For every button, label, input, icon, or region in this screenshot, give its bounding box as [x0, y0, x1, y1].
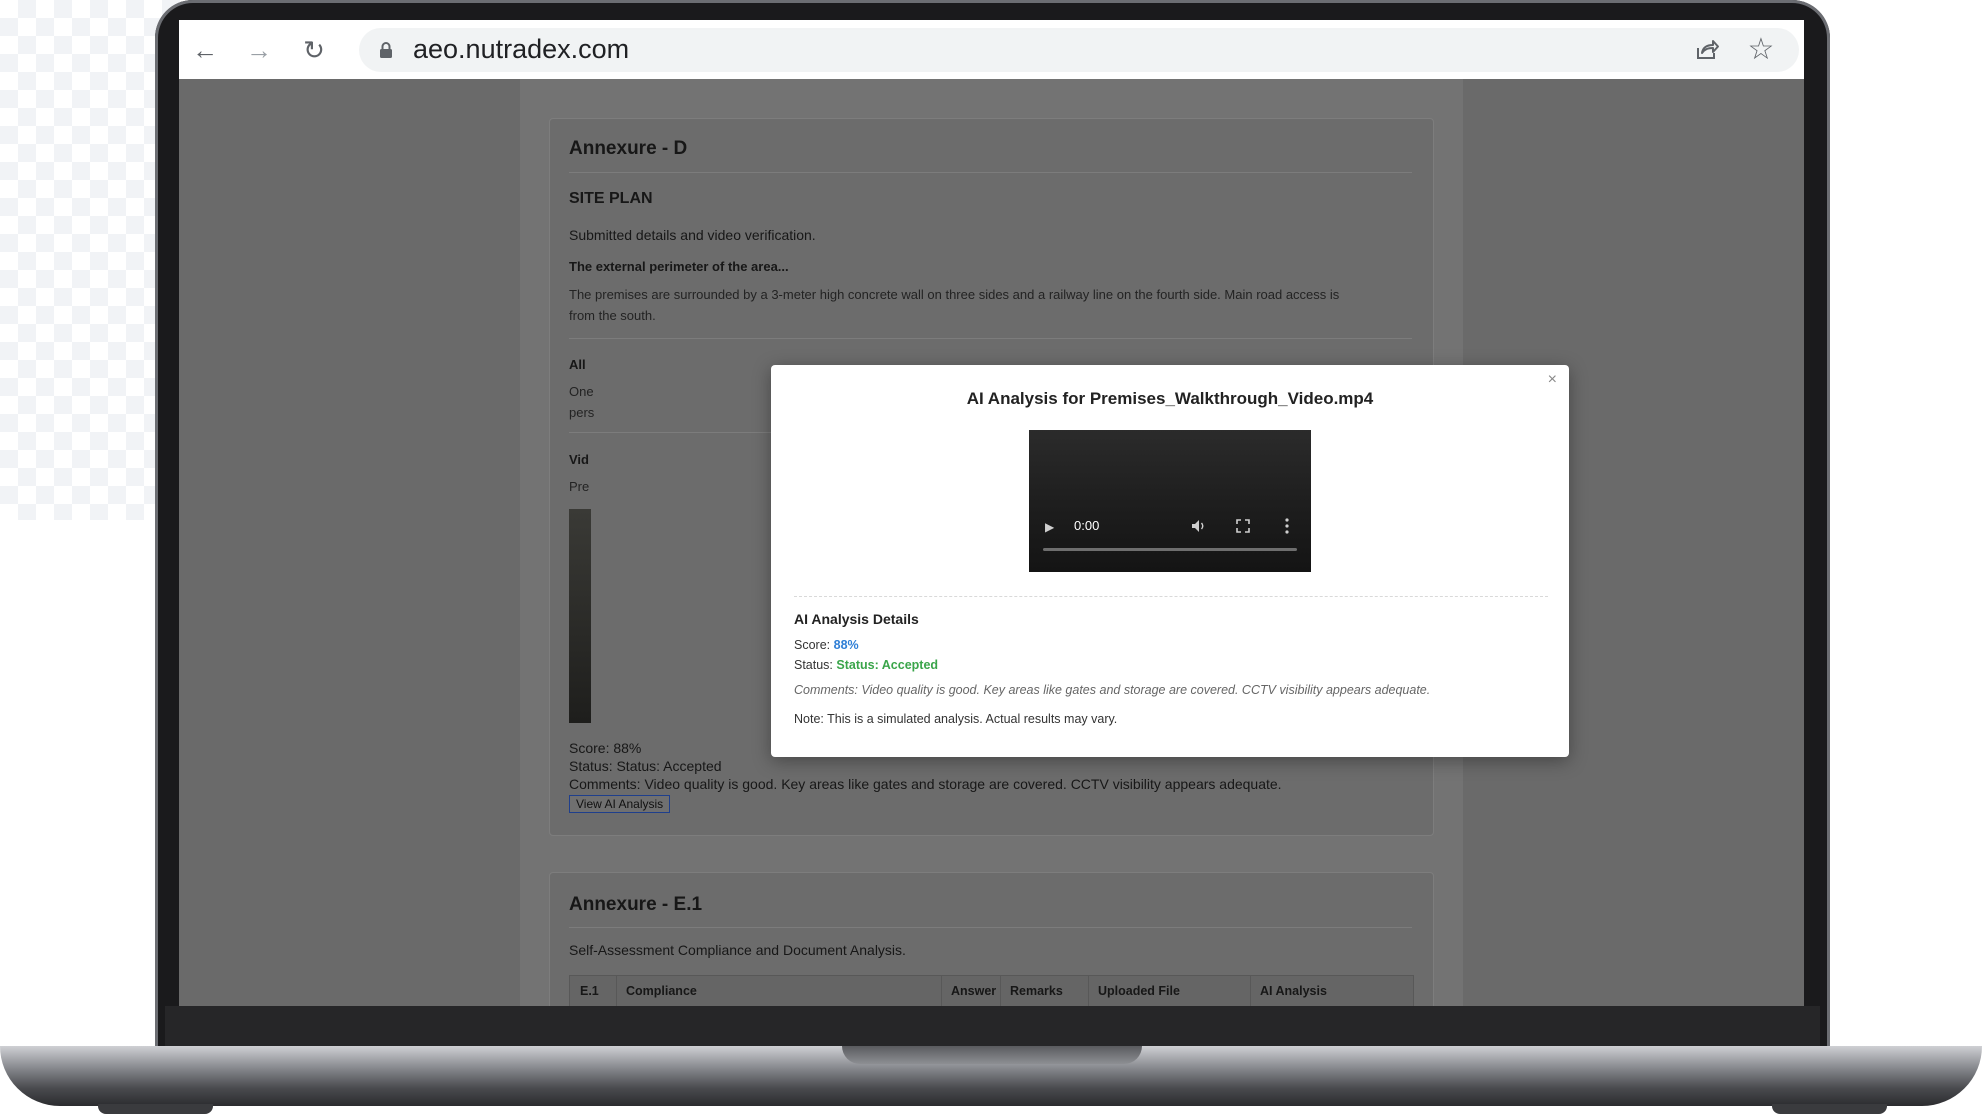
laptop-notch	[842, 1046, 1142, 1064]
status-value: Status: Accepted	[836, 658, 939, 672]
compliance-table-header: E.1 Compliance Answer Remarks Uploaded F…	[569, 975, 1414, 1006]
view-ai-analysis-button[interactable]: View AI Analysis	[569, 795, 671, 813]
forward-icon[interactable]: →	[245, 36, 273, 64]
status-row: Status: Status: Accepted	[794, 658, 938, 672]
annexure-e1-heading: Annexure - E.1	[569, 894, 703, 915]
divider	[569, 927, 1412, 928]
laptop-foot-right	[1772, 1104, 1887, 1114]
analysis-note: Note: This is a simulated analysis. Actu…	[794, 712, 1118, 726]
divider	[569, 172, 1412, 173]
column-header: E.1	[580, 984, 599, 998]
question-title: The external perimeter of the area...	[569, 259, 789, 274]
score-value: 88%	[833, 638, 859, 652]
annexure-d-heading: Annexure - D	[569, 138, 688, 159]
column-separator	[616, 976, 617, 1006]
question-answer-continued: from the south.	[569, 308, 656, 323]
question-answer-continued: pers	[569, 405, 595, 420]
site-plan-heading: SITE PLAN	[569, 190, 653, 207]
question-answer: One	[569, 384, 594, 399]
score-row: Score: 88%	[794, 638, 859, 652]
browser-toolbar: ← → ↻ aeo.nutradex.com ☆	[179, 20, 1804, 79]
column-separator	[1000, 976, 1001, 1006]
share-icon[interactable]	[1693, 36, 1721, 64]
reload-icon[interactable]: ↻	[300, 36, 328, 64]
column-separator	[1088, 976, 1089, 1006]
laptop-bezel	[165, 1006, 1820, 1046]
more-options-icon[interactable]	[1285, 518, 1289, 534]
analysis-comments: Comments: Video quality is good. Key are…	[794, 683, 1431, 697]
laptop-foot-left	[98, 1104, 213, 1114]
volume-icon[interactable]	[1191, 519, 1207, 533]
video-time: 0:00	[1074, 518, 1100, 533]
score-label: Score:	[794, 638, 831, 652]
status-text: Status: Status: Accepted	[569, 758, 722, 774]
divider	[794, 596, 1548, 597]
column-header: Remarks	[1010, 984, 1063, 998]
annexure-d-intro: Submitted details and video verification…	[569, 227, 816, 243]
ai-analysis-modal: × AI Analysis for Premises_Walkthrough_V…	[771, 365, 1569, 757]
bookmark-star-icon[interactable]: ☆	[1747, 35, 1775, 65]
question-answer: The premises are surrounded by a 3-meter…	[569, 287, 1340, 302]
fullscreen-icon[interactable]	[1236, 519, 1250, 533]
modal-title: AI Analysis for Premises_Walkthrough_Vid…	[966, 389, 1374, 408]
question-subtitle: Pre	[569, 479, 590, 494]
lock-icon	[380, 42, 392, 58]
close-icon[interactable]: ×	[1548, 371, 1557, 389]
video-thumbnail	[569, 509, 591, 723]
column-header: AI Analysis	[1260, 984, 1327, 998]
column-separator	[941, 976, 942, 1006]
question-title: All	[569, 357, 586, 372]
video-player[interactable]: ▶ 0:00	[1029, 430, 1311, 572]
score-text: Score: 88%	[569, 740, 642, 756]
laptop-screen: ← → ↻ aeo.nutradex.com ☆ Annexure - D SI…	[179, 20, 1804, 1006]
question-title: Vid	[569, 452, 589, 467]
back-icon[interactable]: ←	[191, 36, 219, 64]
status-label: Status:	[794, 658, 833, 672]
play-icon[interactable]: ▶	[1045, 520, 1054, 534]
column-header: Answer	[951, 984, 997, 998]
url-text[interactable]: aeo.nutradex.com	[413, 34, 629, 65]
video-progress-bar[interactable]	[1043, 548, 1297, 551]
analysis-details-heading: AI Analysis Details	[794, 611, 919, 627]
annexure-e1-intro: Self-Assessment Compliance and Document …	[569, 942, 906, 958]
divider	[569, 338, 1412, 339]
column-header: Compliance	[626, 984, 697, 998]
column-header: Uploaded File	[1098, 984, 1180, 998]
column-separator	[1250, 976, 1251, 1006]
comments-text: Comments: Video quality is good. Key are…	[569, 776, 1282, 792]
